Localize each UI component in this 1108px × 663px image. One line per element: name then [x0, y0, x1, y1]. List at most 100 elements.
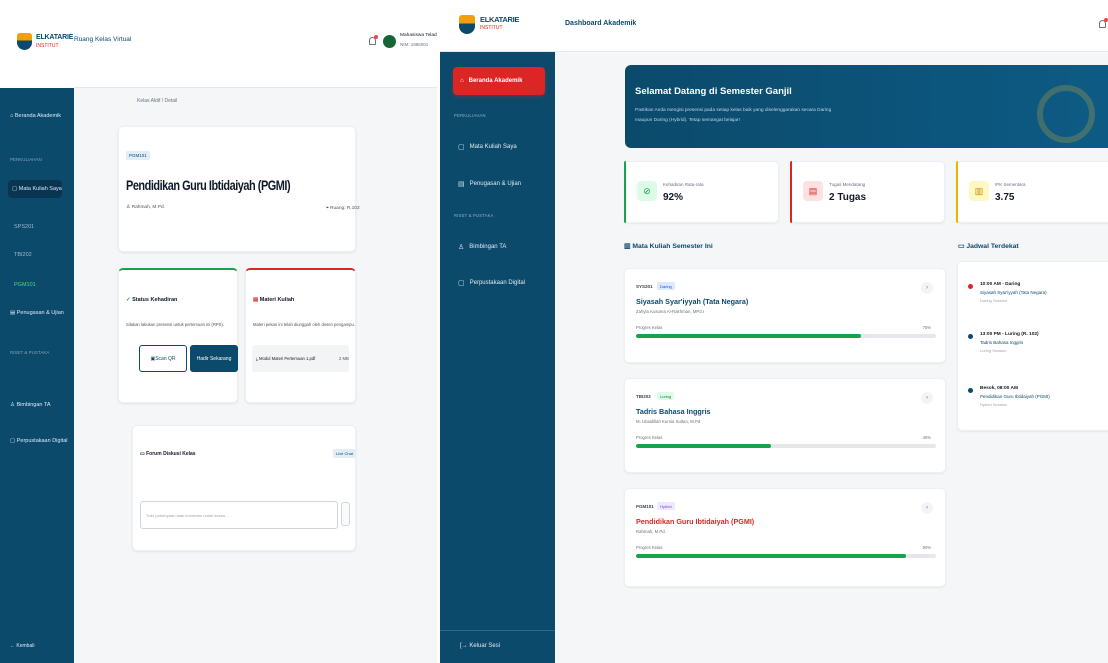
dashboard-screen: ELKATARIE INSTITUT ⌂ Beranda Akademik PER…: [440, 0, 1108, 663]
document-icon: ▤: [253, 297, 260, 303]
stat-label: IPK Sementara: [995, 182, 1026, 187]
course-code: TBI202: [636, 394, 651, 399]
forum-card: [132, 425, 356, 551]
mode-badge: Hybrid: [657, 502, 675, 510]
sidebar-subitem-pgm101[interactable]: PGM101: [14, 282, 36, 288]
progress-fill: [636, 554, 906, 558]
stat-accent: [624, 161, 626, 223]
avatar[interactable]: [383, 35, 396, 48]
sidebar-item-thesis[interactable]: ♙ Bimbingan TA: [458, 243, 506, 251]
logout-link[interactable]: [→ Keluar Sesi: [460, 643, 500, 649]
brand: ELKATARIE INSTITUT: [0, 0, 74, 88]
sidebar-item-library[interactable]: ▢ Perpustakaan Digital: [458, 279, 525, 287]
course-card[interactable]: PGM101 Hybrid › Pendidikan Guru Ibtidaiy…: [624, 488, 946, 587]
course-code: SYS201: [636, 284, 653, 289]
sidebar-divider: [440, 630, 555, 631]
schedule-course: Tadris Bahasa Inggris: [980, 340, 1024, 345]
chevron-right-icon[interactable]: ›: [921, 502, 933, 514]
brand-name: ELKATARIE: [480, 15, 520, 24]
attendance-card: [118, 268, 238, 403]
schedule-card: 10:00 AM - Daring Siyasah Syar'iyyah (Ta…: [957, 261, 1108, 431]
logout-icon: [→: [460, 643, 470, 649]
book-icon: ▢: [12, 186, 19, 192]
course-code-badge: PGM101: [126, 151, 150, 160]
forum-title: ▭ Forum Diskusi Kelas: [140, 451, 196, 457]
schedule-course: Siyasah Syar'iyyah (Tata Negara): [980, 290, 1047, 295]
sidebar-section-research: RISET & PUSTAKA: [454, 213, 494, 218]
sidebar-item-dashboard[interactable]: ⌂ Beranda Akademik: [453, 67, 545, 95]
sidebar-section-courses: PERKULIAHAN: [454, 113, 486, 118]
course-lecturer: ♙ Rahmah, M.Pd.: [126, 205, 165, 210]
notification-dot: [1104, 18, 1108, 22]
present-now-button[interactable]: Hadir Sekarang: [190, 345, 238, 372]
topbar: Ruang Kelas Virtual Mahasiswa Teladan NI…: [74, 0, 442, 88]
status-dot: [968, 388, 973, 393]
brand-name: ELKATARIE: [36, 34, 74, 41]
progress-value: 90%: [922, 545, 931, 550]
sidebar-item-library[interactable]: ▢ Perpustakaan Digital: [10, 438, 68, 444]
progress-track: [636, 554, 936, 558]
brand-sub: INSTITUT: [480, 25, 503, 31]
sidebar-section-research: RISET & PUSTAKA: [10, 350, 50, 355]
welcome-line-1: Pastikan Anda mengisi presensi pada seti…: [635, 108, 832, 113]
status-dot: [968, 334, 973, 339]
user-id: NIM: 1986001: [400, 42, 429, 47]
course-title: Siyasah Syar'iyyah (Tata Negara): [636, 297, 749, 306]
course-card[interactable]: SYS201 Daring › Siyasah Syar'iyyah (Tata…: [624, 268, 946, 363]
course-card[interactable]: TBI202 Luring › Tadris Bahasa Inggris M.…: [624, 378, 946, 473]
sidebar-item-courses[interactable]: ▢ Mata Kuliah Saya: [8, 180, 62, 198]
course-title: Pendidikan Guru Ibtidaiyah (PGMI): [636, 517, 755, 526]
sidebar-item-courses[interactable]: ▢ Mata Kuliah Saya: [458, 143, 517, 151]
user-icon: ♙: [458, 244, 465, 251]
user-name: Mahasiswa Teladan: [400, 33, 443, 38]
progress-fill: [636, 334, 861, 338]
back-link[interactable]: ← Kembali: [10, 643, 34, 649]
stat-label: Tugas Mendatang: [829, 182, 866, 187]
course-title: Tadris Bahasa Inggris: [636, 407, 711, 416]
attendance-desc: Silakan lakukan presensi untuk pertemuan…: [126, 322, 224, 327]
notification-dot: [374, 35, 378, 39]
logo-icon: [17, 33, 32, 50]
welcome-title: Selamat Datang di Semester Ganjil: [635, 86, 792, 97]
scan-qr-button[interactable]: ▣ Scan QR: [139, 345, 187, 372]
sidebar-subitem-sps201[interactable]: SPS201: [14, 224, 34, 230]
sidebar-item-tasks[interactable]: ▤ Penugasan & Ujian: [10, 310, 64, 316]
sidebar-item-dashboard[interactable]: ⌂ Beranda Akademik: [10, 113, 61, 119]
page-title: Dashboard Akademik: [565, 20, 637, 27]
mode-badge: Daring: [657, 282, 675, 290]
schedule-time: 13:00 PM - Luring (R. 102): [980, 332, 1039, 337]
library-icon: ▢: [10, 438, 17, 444]
course-code: PGM101: [636, 504, 654, 509]
sidebar-section-courses: PERKULIAHAN: [10, 157, 42, 162]
chevron-right-icon[interactable]: ›: [921, 282, 933, 294]
welcome-banner: Selamat Datang di Semester Ganjil Pastik…: [625, 65, 1108, 148]
library-icon: ▢: [458, 280, 465, 287]
material-file-name: ⤓ Modul Materi Pertemuan 1.pdf: [256, 356, 316, 361]
course-lecturer: Zahyla Kusuma Al-Rakhman, MPd.I: [636, 309, 705, 314]
page-title: Ruang Kelas Virtual: [74, 36, 132, 43]
breadcrumb: Kelas Aktif / Detail: [137, 98, 178, 104]
stat-gpa: ▥ IPK Sementara 3.75: [956, 161, 1108, 223]
progress-label: Progres Kelas: [636, 545, 663, 550]
live-chat-badge: Live Chat: [333, 449, 356, 458]
status-dot: [968, 284, 973, 289]
schedule-course: Pendidikan Guru Ibtidaiyah (PGMI): [980, 394, 1050, 399]
topbar: Dashboard Akademik: [555, 0, 1108, 52]
send-button[interactable]: [341, 502, 350, 526]
mode-badge: Luring: [657, 392, 675, 400]
stat-attendance: ⊘ Kehadiran Rata-rata 92%: [624, 161, 779, 223]
emblem-icon: [1037, 85, 1095, 143]
sidebar: ELKATARIE INSTITUT ⌂ Beranda Akademik PE…: [0, 0, 74, 663]
sidebar-item-thesis[interactable]: ♙ Bimbingan TA: [10, 402, 51, 408]
course-room: ⌖ Ruang: R.102: [326, 206, 360, 211]
document-icon: ▤: [458, 181, 465, 188]
stat-value: 2 Tugas: [829, 192, 867, 203]
schedule-session: Luring Session: [980, 348, 1007, 353]
sidebar-subitem-tbi202[interactable]: TBI202: [14, 252, 32, 258]
chevron-right-icon[interactable]: ›: [921, 392, 933, 404]
home-icon: ⌂: [460, 78, 464, 84]
book-icon: ▥: [969, 181, 989, 201]
material-file-size: 2 MB: [339, 356, 349, 361]
sidebar-item-tasks[interactable]: ▤ Penugasan & Ujian: [458, 180, 521, 188]
progress-value: 75%: [922, 325, 931, 330]
